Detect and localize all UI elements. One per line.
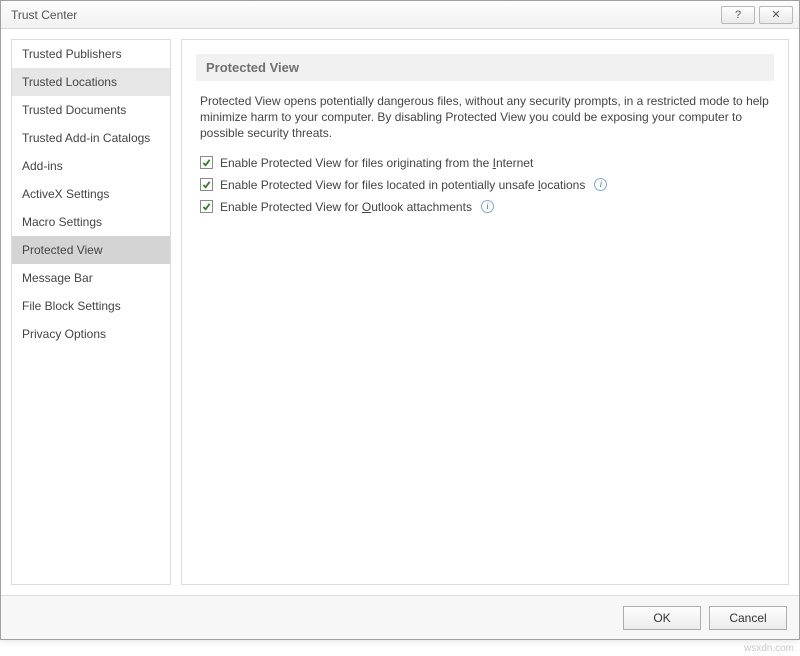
sidebar-item-label: Message Bar <box>22 271 93 285</box>
checkmark-icon <box>202 158 211 167</box>
option-label[interactable]: Enable Protected View for Outlook attach… <box>220 200 472 214</box>
sidebar-item-label: Trusted Documents <box>22 103 126 117</box>
section-description: Protected View opens potentially dangero… <box>196 93 774 154</box>
option-row: Enable Protected View for files originat… <box>196 154 774 176</box>
checkmark-icon <box>202 202 211 211</box>
cancel-button[interactable]: Cancel <box>709 606 787 630</box>
sidebar-item-label: Protected View <box>22 243 103 257</box>
sidebar: Trusted Publishers Trusted Locations Trust… <box>11 39 171 585</box>
sidebar-item-activex-settings[interactable]: ActiveX Settings <box>12 180 170 208</box>
watermark: wsxdn.com <box>744 643 794 654</box>
sidebar-item-privacy-options[interactable]: Privacy Options <box>12 320 170 348</box>
close-button[interactable]: ✕ <box>759 6 793 24</box>
checkbox[interactable] <box>200 178 213 191</box>
sidebar-item-protected-view[interactable]: Protected View <box>12 236 170 264</box>
sidebar-item-trusted-locations[interactable]: Trusted Locations <box>12 68 170 96</box>
options-list: Enable Protected View for files originat… <box>196 154 774 220</box>
trust-center-dialog: Trust Center ? ✕ Trusted PublishersTrust… <box>0 0 800 640</box>
checkbox[interactable] <box>200 156 213 169</box>
sidebar-item-label: Trusted Locations <box>22 75 117 89</box>
close-icon: ✕ <box>771 8 780 21</box>
sidebar-item-trusted-publishers[interactable]: Trusted Publishers <box>12 40 170 68</box>
dialog-buttons: OK Cancel <box>1 595 799 639</box>
option-label[interactable]: Enable Protected View for files originat… <box>220 156 533 170</box>
help-icon: ? <box>735 9 741 21</box>
sidebar-item-add-ins[interactable]: Add-ins <box>12 152 170 180</box>
option-label[interactable]: Enable Protected View for files located … <box>220 178 585 192</box>
window-title: Trust Center <box>11 8 717 22</box>
sidebar-item-label: Trusted Publishers <box>22 47 122 61</box>
info-icon[interactable]: i <box>594 178 607 191</box>
sidebar-item-label: Trusted Add-in Catalogs <box>22 131 150 145</box>
dialog-body: Trusted Publishers Trusted Locations Trust… <box>1 29 799 595</box>
sidebar-item-label: Privacy Options <box>22 327 106 341</box>
sidebar-item-trusted-documents[interactable]: Trusted Documents <box>12 96 170 124</box>
sidebar-item-label: Macro Settings <box>22 215 102 229</box>
option-row: Enable Protected View for Outlook attach… <box>196 198 774 220</box>
checkmark-icon <box>202 180 211 189</box>
sidebar-item-label: Add-ins <box>22 159 63 173</box>
section-header: Protected View <box>196 54 774 81</box>
sidebar-item-macro-settings[interactable]: Macro Settings <box>12 208 170 236</box>
sidebar-item-trusted-add-in-catalogs[interactable]: Trusted Add-in Catalogs <box>12 124 170 152</box>
titlebar: Trust Center ? ✕ <box>1 1 799 29</box>
checkbox[interactable] <box>200 200 213 213</box>
sidebar-item-message-bar[interactable]: Message Bar <box>12 264 170 292</box>
sidebar-item-label: File Block Settings <box>22 299 121 313</box>
info-icon[interactable]: i <box>481 200 494 213</box>
help-button[interactable]: ? <box>721 6 755 24</box>
ok-button[interactable]: OK <box>623 606 701 630</box>
sidebar-item-file-block-settings[interactable]: File Block Settings <box>12 292 170 320</box>
sidebar-item-label: ActiveX Settings <box>22 187 109 201</box>
option-row: Enable Protected View for files located … <box>196 176 774 198</box>
content-panel: Protected View Protected View opens pote… <box>181 39 789 585</box>
